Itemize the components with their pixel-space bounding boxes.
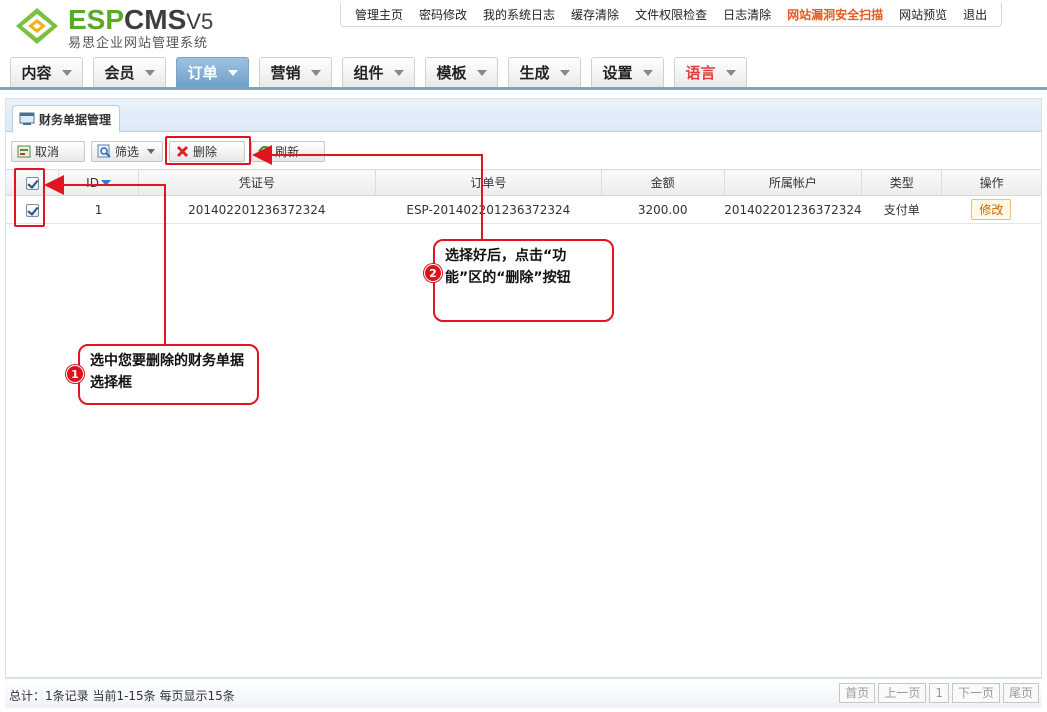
filter-label: 筛选 [115, 144, 140, 159]
sort-down-icon [100, 180, 111, 186]
cancel-label: 取消 [35, 144, 60, 159]
step-1-badge: 1 [66, 365, 84, 383]
nav-divider [0, 87, 1047, 90]
finance-table: ID 凭证号 订单号 金额 所属帐户 类型 操作 1 2014022012363… [6, 169, 1041, 224]
tab-member[interactable]: 会员 [93, 57, 166, 87]
panel-tab-finance[interactable]: 财务单据管理 [12, 105, 121, 133]
chevron-down-icon [559, 69, 570, 76]
chevron-down-icon [147, 148, 156, 154]
top-nav-password[interactable]: 密码修改 [419, 6, 467, 23]
top-nav-security-scan[interactable]: 网站漏洞安全扫描 [787, 6, 883, 23]
chevron-down-icon [642, 69, 653, 76]
main-nav: 内容 会员 订单 营销 组件 模板 生成 设置 语言 [10, 57, 757, 87]
top-nav: 管理主页 密码修改 我的系统日志 缓存清除 文件权限检查 日志清除 网站漏洞安全… [340, 3, 1003, 27]
top-nav-clear-cache[interactable]: 缓存清除 [571, 6, 619, 23]
callout-delete-step: 选择好后，点击“功能”区的“删除”按钮 [433, 239, 614, 322]
pager: 首页 上一页 1 下一页 尾页 [836, 683, 1039, 703]
chevron-down-icon [725, 69, 736, 76]
col-id-header[interactable]: ID [58, 169, 139, 196]
pager-page[interactable]: 1 [929, 683, 949, 703]
tab-content[interactable]: 内容 [10, 57, 83, 87]
footer-bar: 总计：1条记录 当前1-15条 每页显示15条 首页 上一页 1 下一页 尾页 [5, 678, 1042, 708]
pager-prev[interactable]: 上一页 [878, 683, 927, 703]
chevron-down-icon [310, 69, 321, 76]
tab-label: 内容 [21, 64, 52, 82]
tab-marketing[interactable]: 营销 [259, 57, 332, 87]
chevron-down-icon [144, 69, 155, 76]
filter-button[interactable]: 筛选 [91, 140, 163, 162]
tab-settings[interactable]: 设置 [591, 57, 664, 87]
col-order-header: 订单号 [375, 169, 602, 196]
checkbox-highlight [14, 168, 45, 227]
col-account-header: 所属帐户 [724, 169, 863, 196]
logo-subtitle: 易思企业网站管理系统 [68, 36, 209, 51]
panel-title: 财务单据管理 [39, 112, 112, 127]
table-header-row: ID 凭证号 订单号 金额 所属帐户 类型 操作 [6, 169, 1041, 196]
tab-order[interactable]: 订单 [176, 57, 249, 87]
record-summary: 总计：1条记录 当前1-15条 每页显示15条 [9, 689, 235, 703]
col-action-header: 操作 [941, 169, 1041, 196]
tab-component[interactable]: 组件 [342, 57, 415, 87]
row-voucher: 201402201236372324 [138, 195, 376, 224]
logo-mark-icon [16, 8, 58, 44]
logo: ESPCMSV5 易思企业网站管理系统 [10, 4, 230, 51]
refresh-label: 刷新 [275, 144, 300, 159]
tab-language[interactable]: 语言 [674, 57, 747, 87]
chevron-down-icon [393, 69, 404, 76]
step-2-badge: 2 [424, 264, 442, 282]
row-type: 支付单 [861, 195, 942, 224]
top-nav-preview[interactable]: 网站预览 [899, 6, 947, 23]
chevron-down-icon [476, 69, 487, 76]
delete-highlight [165, 136, 251, 165]
tab-generate[interactable]: 生成 [508, 57, 581, 87]
tab-label: 组件 [353, 64, 384, 82]
filter-icon [96, 143, 112, 159]
tab-label: 模板 [436, 64, 467, 82]
refresh-button[interactable]: 刷新 [251, 140, 325, 162]
col-id-label: ID [86, 175, 99, 190]
col-amount-header: 金额 [601, 169, 725, 196]
top-nav-file-permission[interactable]: 文件权限检查 [635, 6, 707, 23]
top-nav-my-log[interactable]: 我的系统日志 [483, 6, 555, 23]
tab-label: 生成 [519, 64, 550, 82]
callout-delete-text: 选择好后，点击“功能”区的“删除”按钮 [445, 248, 571, 286]
col-type-header: 类型 [861, 169, 943, 196]
col-voucher-header: 凭证号 [138, 169, 377, 196]
top-nav-logout[interactable]: 退出 [963, 6, 987, 23]
tab-label: 订单 [187, 64, 218, 82]
table-row: 1 201402201236372324 ESP-201402201236372… [6, 195, 1041, 224]
pager-next[interactable]: 下一页 [951, 683, 1000, 703]
window-icon [19, 112, 35, 125]
edit-button[interactable]: 修改 [971, 199, 1012, 220]
cancel-icon [16, 143, 32, 159]
tab-label: 会员 [104, 64, 135, 82]
row-amount: 3200.00 [601, 195, 725, 224]
cancel-button[interactable]: 取消 [11, 140, 85, 162]
callout-select-text: 选中您要删除的财务单据选择框 [90, 353, 244, 391]
callout-select-step: 选中您要删除的财务单据选择框 [78, 344, 259, 405]
tab-label: 营销 [270, 64, 301, 82]
top-nav-home[interactable]: 管理主页 [355, 6, 403, 23]
pager-last[interactable]: 尾页 [1002, 683, 1039, 703]
pager-first[interactable]: 首页 [839, 683, 876, 703]
tab-label: 语言 [685, 64, 716, 82]
row-id: 1 [58, 195, 139, 224]
row-action-cell: 修改 [941, 195, 1041, 224]
chevron-down-icon [227, 69, 238, 76]
tab-template[interactable]: 模板 [425, 57, 498, 87]
panel-header: 财务单据管理 [6, 99, 1041, 133]
chevron-down-icon [61, 69, 72, 76]
top-nav-clear-log[interactable]: 日志清除 [723, 6, 771, 23]
tab-label: 设置 [602, 64, 633, 82]
refresh-icon [256, 143, 272, 159]
row-order: ESP-201402201236372324 [375, 195, 602, 224]
row-account: 201402201236372324 [724, 195, 862, 224]
